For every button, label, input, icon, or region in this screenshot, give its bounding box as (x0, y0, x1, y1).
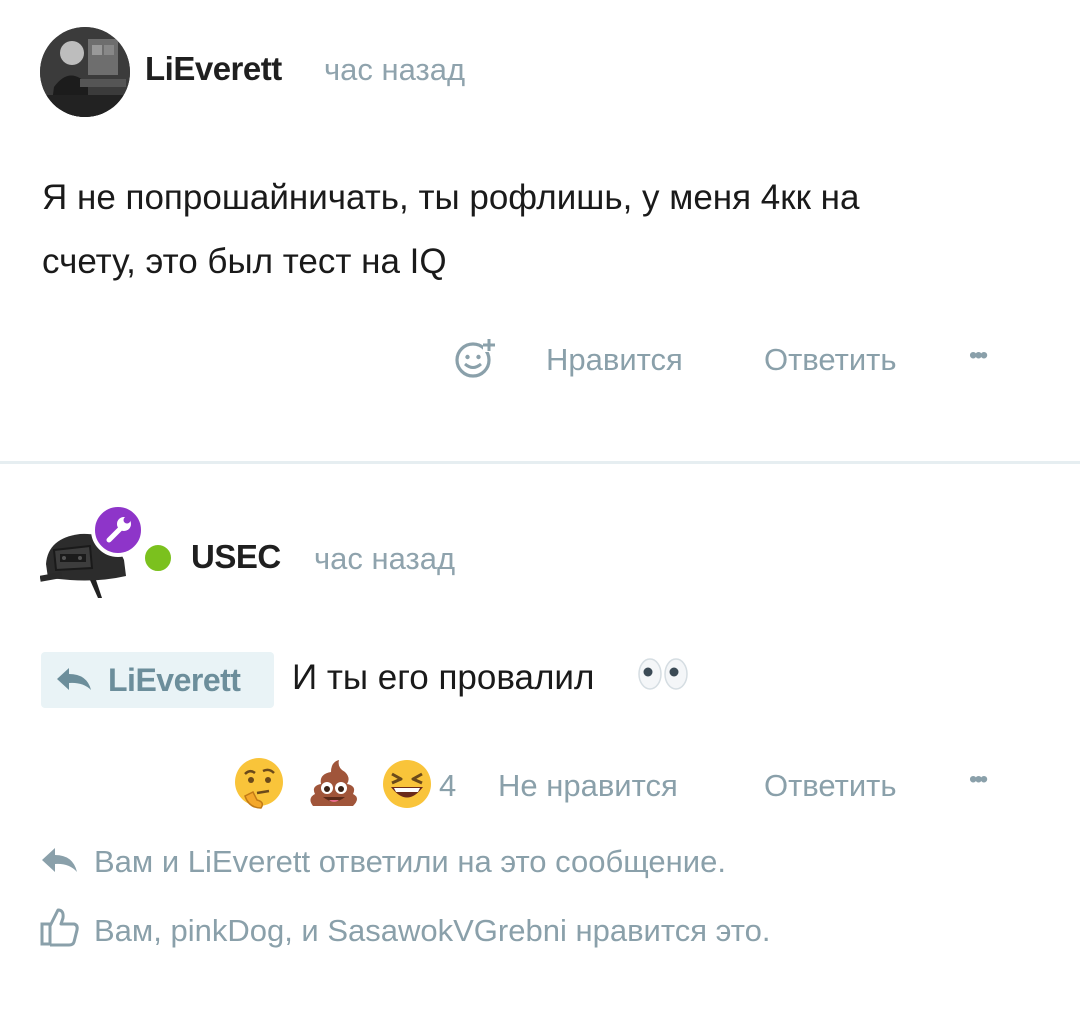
comment-text-line: счету, это был тест на IQ (42, 242, 447, 281)
reply-arrow-icon (40, 846, 80, 876)
comment-text: Я не попрошайничать, ты рофлишь, у меня … (42, 166, 1002, 294)
reaction-count: 4 (439, 768, 457, 803)
comment-text: И ты его провалил (292, 658, 595, 697)
timestamp: час назад (314, 541, 456, 576)
replied-notice[interactable]: Вам и LiEverett ответили на это сообщени… (94, 844, 726, 880)
avatar[interactable] (40, 27, 130, 117)
like-button[interactable]: Нравится (546, 342, 683, 378)
thumbs-up-icon (40, 906, 80, 948)
more-options-icon[interactable]: ••• (969, 766, 988, 794)
more-options-icon[interactable]: ••• (969, 342, 988, 370)
poop-icon[interactable] (305, 756, 361, 812)
timestamp: час назад (324, 52, 466, 87)
thinking-face-icon[interactable] (231, 756, 287, 812)
liked-notice[interactable]: Вам, pinkDog, и SasawokVGrebni нравится … (94, 913, 770, 949)
online-indicator (141, 541, 175, 575)
quote-reply-tag[interactable]: LiEverett (41, 652, 274, 708)
eyes-icon (636, 654, 692, 694)
username[interactable]: USEC (191, 538, 281, 576)
add-reaction-icon[interactable] (453, 336, 497, 380)
laughing-face-icon[interactable] (379, 756, 435, 812)
comment-text-line: Я не попрошайничать, ты рофлишь, у меня … (42, 178, 860, 217)
quoted-username: LiEverett (108, 662, 241, 698)
moderator-badge (91, 503, 145, 557)
dislike-button[interactable]: Не нравится (498, 768, 678, 804)
reply-arrow-icon (57, 668, 91, 690)
username[interactable]: LiEverett (145, 50, 282, 88)
wrench-icon (106, 516, 131, 543)
reply-button[interactable]: Ответить (764, 342, 897, 378)
reply-button[interactable]: Ответить (764, 768, 897, 804)
